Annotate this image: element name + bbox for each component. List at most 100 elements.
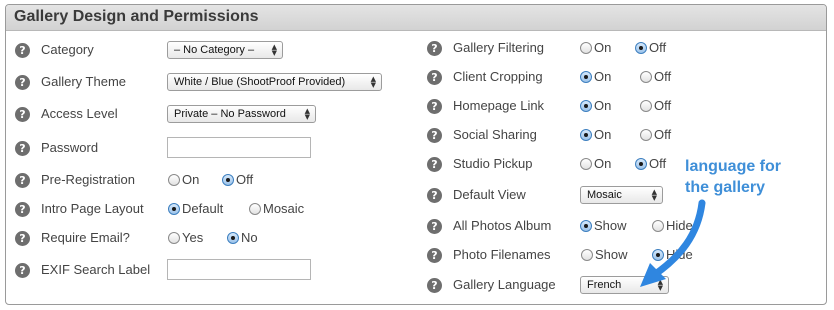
radio-button-selected[interactable] bbox=[580, 128, 592, 141]
help-icon[interactable]: ? bbox=[15, 42, 30, 58]
option-label: Off bbox=[654, 69, 672, 84]
help-icon[interactable]: ? bbox=[427, 156, 442, 172]
studio-pickup-row: ? Studio Pickup bbox=[427, 153, 533, 175]
radio-button-selected[interactable] bbox=[635, 41, 647, 54]
require-email-row: ? Require Email? bbox=[15, 227, 130, 249]
category-row: ? Category bbox=[15, 39, 94, 61]
all-photos-album-label: All Photos Album bbox=[453, 218, 552, 233]
radio-button[interactable] bbox=[168, 231, 180, 244]
radio-button-selected[interactable] bbox=[168, 202, 180, 215]
gallery-filtering-label: Gallery Filtering bbox=[453, 40, 545, 55]
default-view-label: Default View bbox=[453, 187, 526, 202]
pre-registration-row: ? Pre-Registration bbox=[15, 169, 135, 191]
access-level-label: Access Level bbox=[41, 106, 118, 121]
intro-layout-default-option[interactable]: Default bbox=[168, 201, 223, 216]
pre-registration-on-option[interactable]: On bbox=[168, 172, 199, 187]
require-email-yes-option[interactable]: Yes bbox=[168, 230, 203, 245]
panel-title: Gallery Design and Permissions bbox=[14, 8, 259, 25]
up-down-arrows-icon: ▲ ▼ bbox=[304, 107, 310, 121]
option-label: Yes bbox=[182, 230, 204, 245]
client-cropping-on-option[interactable]: On bbox=[580, 69, 611, 84]
client-cropping-label: Client Cropping bbox=[453, 69, 543, 84]
gallery-filtering-row: ? Gallery Filtering bbox=[427, 37, 544, 59]
radio-button-selected[interactable] bbox=[635, 157, 647, 170]
help-icon[interactable]: ? bbox=[15, 172, 30, 188]
help-icon[interactable]: ? bbox=[427, 69, 442, 85]
category-select[interactable]: – No Category – ▲ ▼ bbox=[167, 41, 283, 59]
help-icon[interactable]: ? bbox=[427, 127, 442, 143]
radio-button-selected[interactable] bbox=[222, 173, 234, 186]
photo-filenames-label: Photo Filenames bbox=[453, 247, 551, 262]
help-icon[interactable]: ? bbox=[15, 74, 30, 90]
social-sharing-off-option[interactable]: Off bbox=[640, 127, 671, 142]
studio-pickup-on-option[interactable]: On bbox=[580, 156, 611, 171]
help-icon[interactable]: ? bbox=[427, 40, 442, 56]
help-icon[interactable]: ? bbox=[427, 98, 442, 114]
radio-button-selected[interactable] bbox=[580, 70, 592, 83]
gallery-theme-row: ? Gallery Theme bbox=[15, 71, 126, 93]
intro-page-layout-row: ? Intro Page Layout bbox=[15, 198, 144, 220]
option-label: Default bbox=[182, 201, 224, 216]
access-level-select[interactable]: Private – No Password ▲ ▼ bbox=[167, 105, 316, 123]
pre-registration-off-option[interactable]: Off bbox=[222, 172, 253, 187]
radio-button[interactable] bbox=[580, 41, 592, 54]
intro-page-layout-label: Intro Page Layout bbox=[41, 201, 144, 216]
password-label: Password bbox=[41, 140, 99, 155]
access-level-row: ? Access Level bbox=[15, 103, 118, 125]
option-label: On bbox=[594, 98, 612, 113]
default-view-select-value: Mosaic bbox=[587, 189, 622, 201]
all-photos-album-row: ? All Photos Album bbox=[427, 215, 551, 237]
social-sharing-row: ? Social Sharing bbox=[427, 124, 537, 146]
help-icon[interactable]: ? bbox=[427, 187, 442, 203]
option-label: Off bbox=[654, 98, 672, 113]
help-icon[interactable]: ? bbox=[15, 106, 30, 122]
client-cropping-off-option[interactable]: Off bbox=[640, 69, 671, 84]
intro-layout-mosaic-option[interactable]: Mosaic bbox=[249, 201, 304, 216]
gallery-filtering-off-option[interactable]: Off bbox=[635, 40, 666, 55]
radio-button-selected[interactable] bbox=[580, 99, 592, 112]
radio-button[interactable] bbox=[640, 70, 652, 83]
exif-search-label-label: EXIF Search Label bbox=[41, 262, 151, 277]
help-icon[interactable]: ? bbox=[427, 277, 442, 293]
studio-pickup-label: Studio Pickup bbox=[453, 156, 533, 171]
social-sharing-on-option[interactable]: On bbox=[580, 127, 611, 142]
help-icon[interactable]: ? bbox=[15, 230, 30, 246]
help-icon[interactable]: ? bbox=[427, 247, 442, 263]
password-row: ? Password bbox=[15, 137, 98, 159]
password-field[interactable] bbox=[167, 137, 311, 158]
studio-pickup-off-option[interactable]: Off bbox=[635, 156, 666, 171]
annotation-line-1: language for bbox=[685, 158, 782, 175]
help-icon[interactable]: ? bbox=[427, 218, 442, 234]
category-select-value: – No Category – bbox=[174, 44, 255, 56]
help-icon[interactable]: ? bbox=[15, 201, 30, 217]
gallery-theme-label: Gallery Theme bbox=[41, 74, 127, 89]
social-sharing-label: Social Sharing bbox=[453, 127, 537, 142]
photo-filenames-row: ? Photo Filenames bbox=[427, 244, 551, 266]
radio-button-selected[interactable] bbox=[227, 231, 239, 244]
help-icon[interactable]: ? bbox=[15, 262, 30, 278]
radio-button[interactable] bbox=[640, 99, 652, 112]
gallery-filtering-on-option[interactable]: On bbox=[580, 40, 611, 55]
option-label: On bbox=[594, 69, 612, 84]
radio-button[interactable] bbox=[168, 173, 180, 186]
help-icon[interactable]: ? bbox=[15, 140, 30, 156]
option-label: Off bbox=[236, 172, 254, 187]
require-email-no-option[interactable]: No bbox=[227, 230, 258, 245]
option-label: Off bbox=[649, 156, 667, 171]
radio-button[interactable] bbox=[581, 248, 593, 261]
radio-button-selected[interactable] bbox=[580, 219, 592, 232]
radio-button[interactable] bbox=[249, 202, 261, 215]
radio-button[interactable] bbox=[640, 128, 652, 141]
homepage-link-on-option[interactable]: On bbox=[580, 98, 611, 113]
default-view-row: ? Default View bbox=[427, 184, 526, 206]
radio-button[interactable] bbox=[580, 157, 592, 170]
client-cropping-row: ? Client Cropping bbox=[427, 66, 543, 88]
gallery-theme-select[interactable]: White / Blue (ShootProof Provided) ▲ ▼ bbox=[167, 73, 382, 91]
homepage-link-off-option[interactable]: Off bbox=[640, 98, 671, 113]
exif-search-label-field[interactable] bbox=[167, 259, 311, 280]
access-level-select-value: Private – No Password bbox=[174, 108, 286, 120]
option-label: Off bbox=[649, 40, 667, 55]
homepage-link-label: Homepage Link bbox=[453, 98, 545, 113]
exif-search-label-row: ? EXIF Search Label bbox=[15, 259, 150, 281]
category-label: Category bbox=[41, 42, 94, 57]
